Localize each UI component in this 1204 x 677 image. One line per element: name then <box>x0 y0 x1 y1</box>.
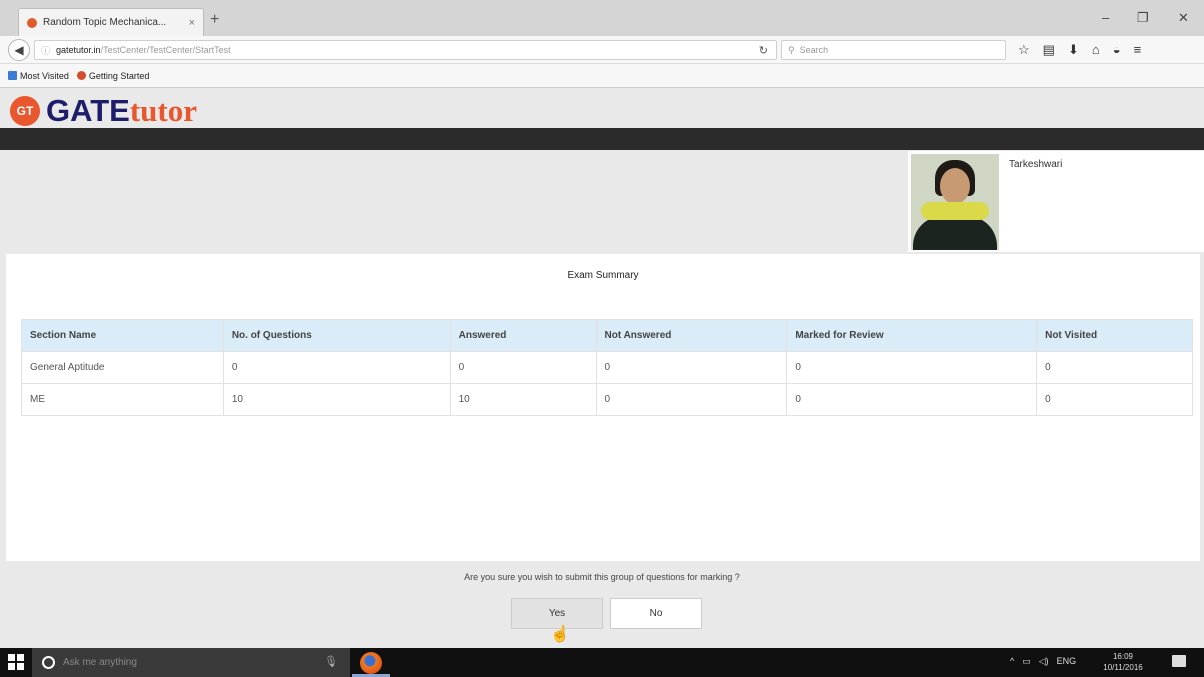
browser-nav-bar: ◀ ⓘ gatetutor.in/TestCenter/TestCenter/S… <box>0 36 1204 64</box>
language-indicator[interactable]: ENG <box>1057 656 1077 667</box>
table-cell: 0 <box>786 351 1038 384</box>
windows-start-icon[interactable] <box>8 654 24 670</box>
clock-date: 10/11/2016 <box>1103 663 1143 672</box>
table-cell: 10 <box>222 383 451 416</box>
table-cell: 0 <box>449 351 597 384</box>
candidate-name: Tarkeshwari <box>1009 159 1063 170</box>
system-tray: ^ ▭ ◁) ENG <box>1010 656 1076 667</box>
exam-summary-panel: Exam Summary Section Name No. of Questio… <box>6 254 1200 561</box>
site-favicon-icon <box>27 17 37 28</box>
browser-tab-strip: Random Topic Mechanica... × + – ❐ ✕ <box>0 0 1204 36</box>
firefox-bookmark-icon <box>76 71 86 80</box>
column-header: Section Name <box>21 319 224 352</box>
restore-button[interactable]: ❐ <box>1137 10 1149 26</box>
table-cell: ME <box>21 383 224 416</box>
table-cell: 0 <box>595 351 788 384</box>
table-header-row: Section Name No. of Questions Answered N… <box>21 319 1193 352</box>
reading-list-icon[interactable]: ▤ <box>1043 42 1055 58</box>
bookmark-getting-started[interactable]: Getting Started <box>76 70 150 81</box>
downloads-icon[interactable]: ⬇ <box>1068 42 1079 58</box>
column-header: Not Answered <box>595 319 788 352</box>
table-cell: 0 <box>222 351 451 384</box>
url-bar[interactable]: ⓘ gatetutor.in/TestCenter/TestCenter/Sta… <box>34 40 777 60</box>
volume-icon[interactable]: ◁) <box>1039 656 1049 667</box>
table-row: General Aptitude 0 0 0 0 0 <box>21 351 1193 384</box>
close-window-button[interactable]: ✕ <box>1178 10 1189 26</box>
column-header: Marked for Review <box>786 319 1038 352</box>
candidate-panel: Tarkeshwari <box>908 151 1204 252</box>
minimize-button[interactable]: – <box>1102 10 1109 25</box>
summary-title: Exam Summary <box>567 270 639 281</box>
table-cell: 0 <box>595 383 788 416</box>
toolbar-icons: ☆ ▤ ⬇ ⌂ ◒ ≡ <box>1018 42 1141 58</box>
clock-time: 16:09 <box>1112 652 1134 661</box>
cortana-search-box[interactable]: Ask me anything 🎙 <box>32 648 350 677</box>
windows-taskbar: Ask me anything 🎙 ^ ▭ ◁) ENG 16:09 10/11… <box>0 648 1204 677</box>
microphone-icon[interactable]: 🎙 <box>324 655 338 668</box>
table-cell: 10 <box>449 383 597 416</box>
browser-tab[interactable]: Random Topic Mechanica... × <box>18 8 204 36</box>
submit-confirmation-text: Are you sure you wish to submit this gro… <box>464 572 740 582</box>
clock[interactable]: 16:09 10/11/2016 <box>1098 651 1148 673</box>
tab-close-icon[interactable]: × <box>189 17 195 29</box>
table-cell: General Aptitude <box>21 351 224 384</box>
header-divider-bar <box>0 128 1204 150</box>
table-cell: 0 <box>1036 383 1193 416</box>
search-input[interactable]: ⚲ Search <box>781 40 1006 60</box>
page: GT GATE tutor Tarkeshwari Exam Summary S… <box>0 88 1204 648</box>
hand-cursor-icon: ☝ <box>550 626 570 643</box>
url-host: gatetutor.in <box>56 45 101 55</box>
back-button[interactable]: ◀ <box>8 39 30 61</box>
search-placeholder: Search <box>799 45 829 55</box>
bookmark-label: Getting Started <box>88 70 150 81</box>
logo-badge-icon: GT <box>10 96 40 126</box>
column-header: No. of Questions <box>222 319 451 352</box>
logo-tutor-text: tutor <box>129 93 197 128</box>
menu-icon[interactable]: ≡ <box>1134 42 1142 58</box>
pocket-icon[interactable]: ◒ <box>1113 42 1121 58</box>
column-header: Not Visited <box>1036 319 1193 352</box>
info-icon: ⓘ <box>41 45 51 56</box>
home-icon[interactable]: ⌂ <box>1092 42 1100 58</box>
table-cell: 0 <box>1036 351 1193 384</box>
bookmark-star-icon[interactable]: ☆ <box>1018 42 1030 58</box>
cortana-icon <box>42 656 55 669</box>
candidate-photo <box>911 154 999 250</box>
logo-gate-text: GATE <box>46 93 130 128</box>
bookmark-most-visited[interactable]: Most Visited <box>8 71 69 81</box>
reload-icon[interactable]: ↻ <box>759 44 768 57</box>
search-icon: ⚲ <box>788 44 795 55</box>
url-path: /TestCenter/TestCenter/StartTest <box>100 45 231 55</box>
tab-title: Random Topic Mechanica... <box>43 17 167 28</box>
column-header: Answered <box>449 319 597 352</box>
folder-icon <box>8 71 17 80</box>
network-icon[interactable]: ▭ <box>1022 656 1031 667</box>
action-center-icon[interactable] <box>1172 655 1186 667</box>
back-arrow-icon: ◀ <box>14 43 24 57</box>
site-logo: GT GATE tutor <box>10 93 197 128</box>
bookmark-label: Most Visited <box>20 70 69 81</box>
table-cell: 0 <box>786 383 1038 416</box>
firefox-taskbar-icon[interactable] <box>360 652 382 674</box>
no-button[interactable]: No <box>610 598 702 629</box>
bookmarks-bar: Most Visited Getting Started <box>0 64 1204 88</box>
cortana-placeholder: Ask me anything <box>63 657 137 668</box>
table-row: ME 10 10 0 0 0 <box>21 383 1193 416</box>
summary-table: Section Name No. of Questions Answered N… <box>21 319 1193 416</box>
new-tab-button[interactable]: + <box>210 11 219 29</box>
chevron-up-icon[interactable]: ^ <box>1010 656 1014 667</box>
